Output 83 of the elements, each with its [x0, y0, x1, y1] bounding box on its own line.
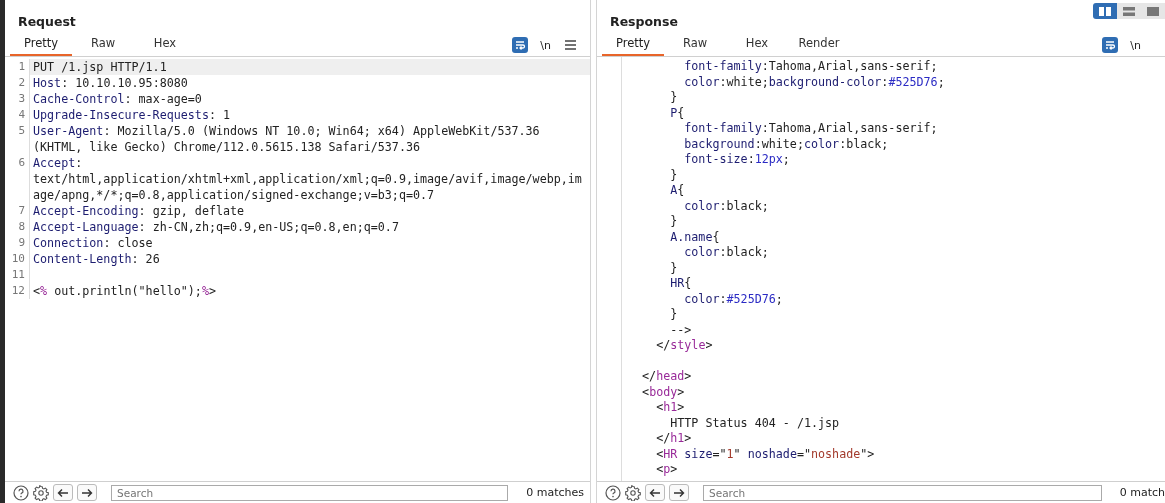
- help-icon[interactable]: [13, 484, 29, 501]
- columns-icon: [1099, 6, 1111, 16]
- code-line: <h1>: [655, 400, 686, 416]
- tab[interactable]: Pretty: [602, 34, 664, 56]
- search-field[interactable]: Search: [111, 484, 509, 501]
- code-line: font-family:Tahoma,Arial,sans-serif;: [683, 59, 939, 75]
- code-line: User-Agent: Mozilla/5.0 (Windows NT 10.0; Win64; x64) AppleWebKit/537.36 (KHTML, like Gecko) Chrome/112.0.5615.138 Safari/537.36: [32, 123, 541, 155]
- code-line: <body>: [641, 384, 686, 400]
- line-number: 10: [5, 251, 30, 267]
- code-line: </style>: [655, 338, 714, 354]
- code-line: Host: 10.10.10.95:8080: [32, 75, 189, 91]
- code-line: Upgrade-Insecure-Requests: 1: [32, 107, 232, 123]
- line-number: 4: [5, 107, 30, 123]
- code-line: Cache-Control: max-age=0: [32, 91, 203, 107]
- code-line: A{: [669, 183, 686, 199]
- code-line: -->: [669, 322, 693, 338]
- code-line: }: [669, 90, 679, 106]
- line-number: 3: [5, 91, 30, 107]
- code-line: color:#525D76;: [683, 291, 784, 307]
- code-line: Accept-Encoding: gzip, deflate: [32, 203, 246, 219]
- panel-title: Response: [610, 14, 678, 29]
- search-field[interactable]: Search: [703, 484, 1102, 501]
- code-line: background:white;color:black;: [683, 136, 890, 152]
- single-pane-icon: [1147, 6, 1159, 16]
- tab[interactable]: Pretty: [10, 34, 72, 56]
- newline-toggle[interactable]: \n: [1130, 38, 1141, 52]
- line-number: 9: [5, 235, 30, 251]
- code-line: <% out.println("hello");%>: [32, 283, 217, 299]
- right-arrow-icon: [673, 487, 685, 498]
- left-arrow-icon: [57, 487, 69, 498]
- forward-button[interactable]: [77, 484, 97, 501]
- code-line: HR{: [669, 276, 693, 292]
- right-arrow-icon: [81, 487, 93, 498]
- code-line: <p>: [655, 462, 679, 478]
- code-line: font-family:Tahoma,Arial,sans-serif;: [683, 121, 939, 137]
- line-number: 5: [5, 123, 30, 155]
- settings-icon[interactable]: [625, 484, 641, 501]
- code-line: Content-Length: 26: [32, 251, 161, 267]
- wrap-icon[interactable]: [512, 37, 529, 53]
- layout-toggle[interactable]: [1093, 3, 1117, 19]
- line-number: 7: [5, 203, 30, 219]
- code-line: Accept: text/html,application/xhtml+xml,application/xml;q=0.9,image/avif,image/webp,image/apng,*/*;q=0.8,application/signed-exchange;v=b3;q=0.7: [32, 155, 583, 203]
- match-count: 0 match: [1119, 486, 1165, 499]
- line-number: 11: [5, 267, 30, 283]
- code-line: }: [669, 214, 679, 230]
- newline-toggle[interactable]: \n: [540, 38, 551, 52]
- tab[interactable]: Raw: [664, 34, 726, 56]
- code-line: Accept-Language: zh-CN,zh;q=0.9,en-US;q=0.8,en;q=0.7: [32, 219, 400, 235]
- settings-icon[interactable]: [33, 484, 49, 501]
- menu-icon[interactable]: [565, 40, 576, 50]
- left-arrow-icon: [649, 487, 661, 498]
- back-button[interactable]: [645, 484, 665, 501]
- rows-icon: [1123, 6, 1135, 16]
- match-count: 0 matches: [526, 486, 584, 499]
- code-line: color:black;: [683, 198, 770, 214]
- line-number: 2: [5, 75, 30, 91]
- code-line: }: [669, 260, 679, 276]
- code-line: </head>: [641, 369, 693, 385]
- layout-toggle[interactable]: [1117, 3, 1141, 19]
- help-icon[interactable]: [605, 484, 621, 501]
- code-line: Connection: close: [32, 235, 154, 251]
- code-line: HTTP Status 404 - /1.jsp: [669, 415, 841, 431]
- tab[interactable]: Render: [788, 34, 850, 56]
- layout-toggle[interactable]: [1141, 3, 1165, 19]
- line-number: 12: [5, 283, 30, 299]
- code-line: }: [669, 307, 679, 323]
- line-number: 8: [5, 219, 30, 235]
- wrap-icon[interactable]: [1102, 37, 1119, 53]
- code-line: }: [669, 167, 679, 183]
- code-line: A.name{: [669, 229, 721, 245]
- code-line: color:white;background-color:#525D76;: [683, 74, 946, 90]
- tab[interactable]: Raw: [72, 34, 134, 56]
- code-line: font-size:12px;: [683, 152, 791, 168]
- panel-title: Request: [18, 14, 76, 29]
- forward-button[interactable]: [669, 484, 689, 501]
- tab[interactable]: Hex: [134, 34, 196, 56]
- tab[interactable]: Hex: [726, 34, 788, 56]
- back-button[interactable]: [53, 484, 73, 501]
- code-line: color:black;: [683, 245, 770, 261]
- line-number: 6: [5, 155, 30, 203]
- code-line: <HR size="1" noshade="noshade">: [655, 446, 876, 462]
- code-line: P{: [669, 105, 686, 121]
- code-line: </h1>: [655, 431, 693, 447]
